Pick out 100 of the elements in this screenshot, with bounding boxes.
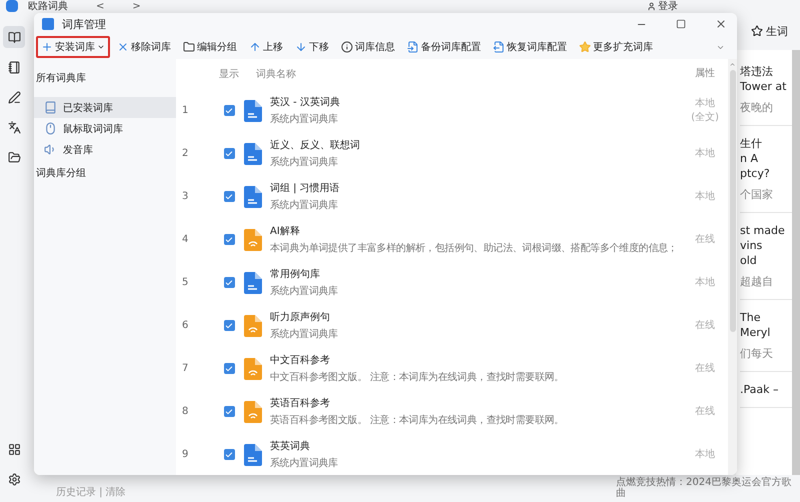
scrollbar[interactable] — [792, 50, 800, 475]
checkbox[interactable] — [224, 449, 234, 460]
info-icon — [341, 41, 353, 53]
folder-icon — [183, 41, 195, 53]
row-number: 1 — [182, 105, 190, 116]
toolbar-button[interactable]: 编辑分组 — [178, 36, 242, 58]
article-summary: 个国家 — [740, 187, 774, 202]
nav-button[interactable]: < — [96, 0, 104, 12]
column-header: 显示 — [219, 68, 239, 81]
translate-icon — [8, 120, 20, 134]
article-title: n A — [740, 151, 759, 166]
attribute-label: 本地 (全文) — [690, 96, 720, 124]
toolbar-button[interactable]: 安装词库 — [36, 36, 110, 58]
article-title: old — [740, 253, 758, 268]
article-title: 塔违法 — [740, 64, 774, 79]
article-title: st made — [740, 223, 786, 238]
document-icon — [244, 142, 262, 164]
checkbox[interactable] — [224, 105, 234, 116]
user-icon — [647, 2, 656, 10]
dictionary-description: 系统内置词典库 — [270, 198, 339, 212]
library-item[interactable]: 发音库 — [34, 139, 176, 160]
folder-icon — [8, 150, 20, 164]
toolbar-button[interactable]: 备份词库配置 — [402, 36, 486, 58]
toolbar-button[interactable]: 下移 — [290, 36, 334, 58]
library-item[interactable]: 已安装词库 — [34, 97, 176, 118]
app-logo — [6, 0, 18, 12]
grid-icon — [8, 442, 20, 456]
document-icon — [244, 100, 262, 122]
article-summary: 超越自 — [740, 274, 774, 289]
attribute-label: 在线 — [694, 404, 716, 418]
toolbar-button[interactable]: 恢复词库配置 — [488, 36, 572, 58]
toolbar-button[interactable]: 更多扩充词库 — [574, 36, 658, 58]
dictionary-name: 英语百科参考 — [270, 396, 331, 410]
document-icon — [244, 272, 262, 294]
library-item[interactable]: 鼠标取词词库 — [34, 118, 176, 139]
window-title: 词库管理 — [62, 16, 107, 32]
dictionary-name: AI解释 — [270, 225, 301, 238]
attribute-label: 在线 — [694, 362, 716, 376]
dictionary-description: 系统内置词典库 — [270, 112, 339, 126]
article-title: Meryl — [740, 325, 772, 340]
checkbox[interactable] — [224, 148, 234, 159]
dictionary-name: 英汉 - 汉英词典 — [270, 96, 341, 109]
book-icon — [8, 30, 20, 44]
nav-button[interactable]: > — [132, 0, 141, 12]
attribute-label: 在线 — [694, 318, 716, 332]
checkbox[interactable] — [224, 191, 234, 202]
dictionary-description: 系统内置词典库 — [270, 284, 339, 298]
speaker-icon — [44, 143, 57, 156]
article-title: .Paak – — [740, 382, 780, 397]
app-title: 欧路词典 — [28, 0, 68, 12]
section-heading: 所有词典库 — [35, 72, 87, 86]
toolbar-button[interactable]: 移除词库 — [112, 36, 176, 58]
article-summary: 夜晚的 — [740, 100, 774, 115]
maximize-icon — [676, 19, 686, 29]
checkbox[interactable] — [224, 320, 234, 331]
checkbox[interactable] — [224, 234, 234, 245]
arrow-up-icon — [249, 41, 261, 53]
article-title: ptcy? — [740, 166, 771, 181]
checkbox[interactable] — [224, 363, 234, 374]
checkbox[interactable] — [224, 277, 234, 288]
attribute-label: 本地 — [694, 146, 716, 160]
attribute-label: 本地 — [694, 190, 716, 204]
dictionary-description: 英语百科参考图文版。 注意：本词库为在线词典，查找时需要联网。 — [270, 414, 565, 427]
dictionary-description: 系统内置词典库 — [270, 328, 339, 341]
article-caption: 点燃竞技热情：2024巴黎奥运会官方歌曲 — [616, 477, 792, 499]
column-header: 属性 — [695, 68, 715, 79]
toolbar-button[interactable]: 上移 — [244, 36, 288, 58]
row-number: 8 — [182, 406, 190, 417]
login-link[interactable]: 登录 — [658, 0, 678, 12]
row-number: 2 — [182, 148, 190, 159]
scrollbar[interactable] — [728, 59, 737, 475]
notebook-icon — [8, 60, 20, 74]
dictionary-name: 听力原声例句 — [270, 310, 331, 324]
dictionary-name: 近义、反义、联想词 — [270, 138, 361, 152]
row-number: 6 — [182, 320, 190, 331]
article-title: Tower at — [740, 79, 788, 94]
dictionary-description: 本词典为单词提供了丰富多样的解析，包括例句、助记法、词根词缀、搭配等多个维度的信息； — [270, 242, 678, 255]
star-icon — [579, 41, 591, 53]
dictionary-name: 常用例句库 — [270, 268, 321, 281]
attribute-label: 本地 — [694, 448, 716, 462]
document-icon — [244, 186, 262, 208]
close-icon — [715, 18, 727, 30]
cross-icon — [117, 41, 129, 53]
arrow-up-icon[interactable] — [729, 61, 736, 68]
toolbar-button[interactable]: 词库信息 — [336, 36, 400, 58]
caret-icon — [97, 43, 105, 51]
wordbook-button[interactable]: 生词 — [751, 24, 788, 38]
article-title: vins — [740, 238, 764, 253]
pen-icon — [8, 90, 20, 104]
dictionary-description: 系统内置词典库 — [270, 456, 339, 470]
article-title: 生什 — [740, 136, 763, 151]
sidebar-button[interactable] — [3, 26, 25, 48]
dictionary-name: 英英词典 — [270, 440, 311, 453]
row-number: 4 — [182, 234, 190, 245]
document-icon — [244, 444, 262, 466]
dictionary-name: 中文百科参考 — [270, 354, 331, 367]
checkbox[interactable] — [224, 406, 234, 417]
document-icon — [244, 400, 262, 422]
column-header: 词典名称 — [256, 69, 296, 80]
document-icon — [244, 228, 262, 250]
